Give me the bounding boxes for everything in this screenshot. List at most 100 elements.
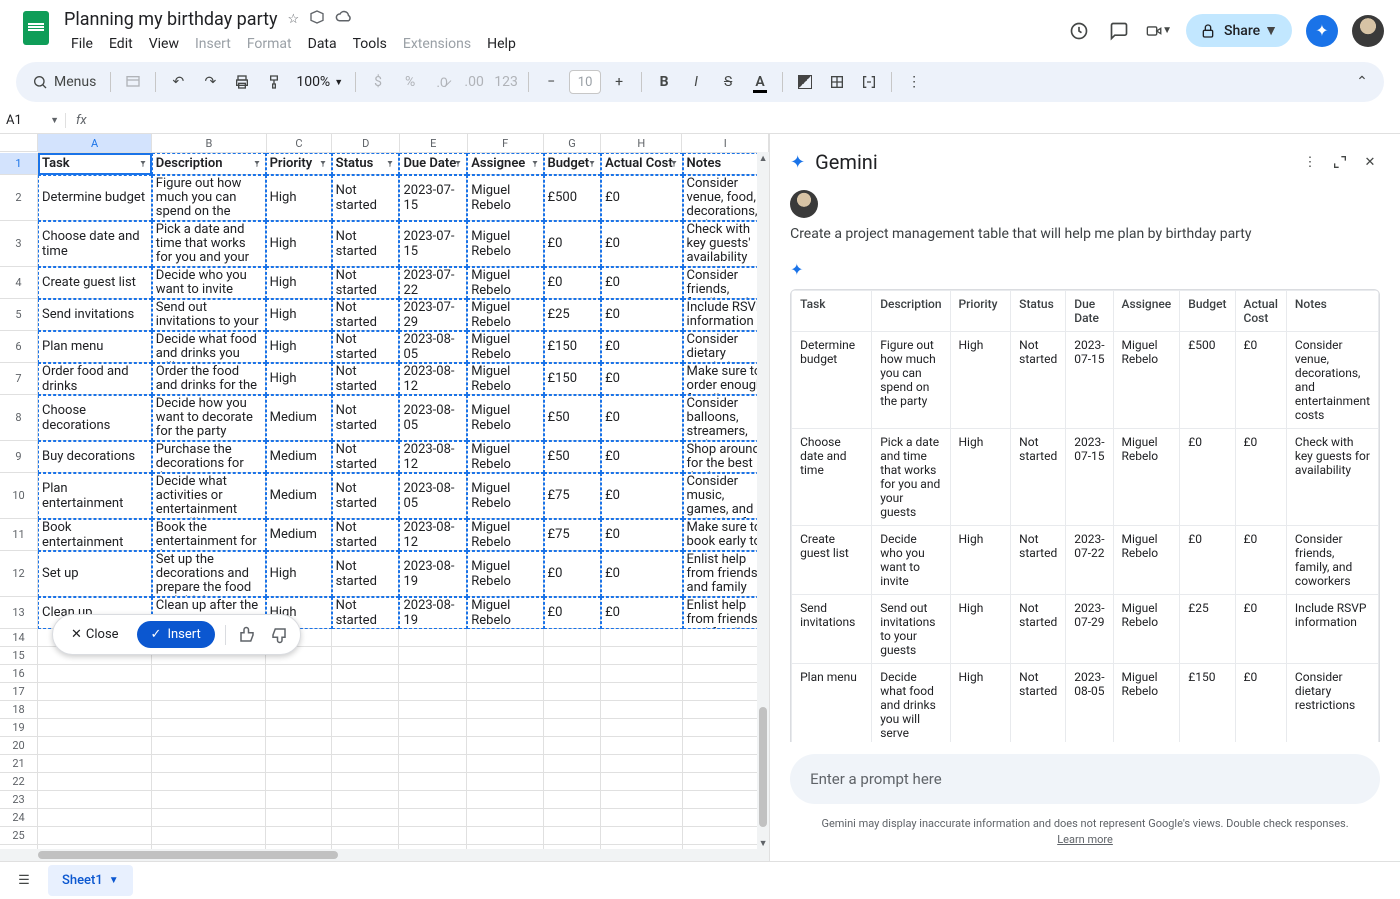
cell[interactable]: [544, 665, 602, 683]
cell[interactable]: [266, 701, 332, 719]
cell[interactable]: [601, 755, 682, 773]
star-icon[interactable]: ☆: [288, 12, 300, 27]
row-header[interactable]: 3: [0, 221, 38, 267]
more-options-icon[interactable]: ⋮: [1300, 152, 1320, 172]
meet-icon[interactable]: ▼: [1146, 18, 1172, 44]
filter-icon[interactable]: [529, 158, 541, 170]
cell[interactable]: £150: [544, 363, 602, 395]
cell[interactable]: 2023-08-19: [399, 597, 467, 629]
column-header-B[interactable]: B: [152, 134, 266, 152]
menus-search[interactable]: Menus: [26, 70, 102, 94]
cell[interactable]: Consider venue, food, decorations, and e…: [683, 175, 770, 221]
cell[interactable]: £75: [544, 473, 602, 519]
move-icon[interactable]: [309, 9, 325, 29]
cell[interactable]: [38, 827, 152, 845]
cell[interactable]: [683, 701, 770, 719]
cell[interactable]: [601, 719, 682, 737]
cell[interactable]: Not started: [332, 299, 400, 331]
cell[interactable]: 2023-08-05: [399, 331, 467, 363]
learn-more-link[interactable]: Learn more: [1057, 833, 1113, 846]
cell[interactable]: £50: [544, 441, 602, 473]
cell[interactable]: Plan entertainment: [38, 473, 152, 519]
cell[interactable]: [399, 845, 467, 849]
cell[interactable]: [683, 827, 770, 845]
cell[interactable]: [683, 719, 770, 737]
cell[interactable]: Miguel Rebelo: [467, 441, 543, 473]
cell[interactable]: Miguel Rebelo: [467, 519, 543, 551]
cell[interactable]: 2023-08-05: [399, 473, 467, 519]
cell[interactable]: Decide what food and drinks you will ser…: [152, 331, 266, 363]
row-header[interactable]: 6: [0, 331, 38, 363]
cell[interactable]: [683, 755, 770, 773]
filter-icon[interactable]: [452, 158, 464, 170]
cell[interactable]: [544, 827, 602, 845]
zoom-select[interactable]: 100% ▼: [292, 74, 347, 90]
sheets-logo[interactable]: [16, 8, 56, 48]
cell-header[interactable]: Status: [332, 153, 400, 175]
cell[interactable]: Miguel Rebelo: [467, 221, 543, 267]
cell-header[interactable]: Task: [38, 153, 152, 175]
cell[interactable]: Decide how you want to decorate for the …: [152, 395, 266, 441]
cell[interactable]: [601, 827, 682, 845]
cell[interactable]: Not started: [332, 551, 400, 597]
gemini-button[interactable]: ✦: [1306, 15, 1338, 47]
cell[interactable]: 2023-07-15: [399, 221, 467, 267]
scroll-up-icon[interactable]: ▲: [757, 152, 769, 164]
row-header[interactable]: 5: [0, 299, 38, 331]
cell[interactable]: [266, 791, 332, 809]
share-button[interactable]: Share ▼: [1186, 14, 1292, 47]
cell[interactable]: [683, 773, 770, 791]
cell[interactable]: [683, 629, 770, 647]
cell[interactable]: [399, 791, 467, 809]
cell[interactable]: [544, 737, 602, 755]
all-sheets-icon[interactable]: ☰: [8, 865, 40, 897]
cell[interactable]: [467, 629, 543, 647]
font-size-input[interactable]: 10: [569, 70, 601, 94]
cell[interactable]: [332, 701, 400, 719]
expand-icon[interactable]: [1330, 152, 1350, 172]
cell[interactable]: 2023-07-22: [399, 267, 467, 299]
cell[interactable]: Miguel Rebelo: [467, 473, 543, 519]
cell[interactable]: Medium: [266, 473, 332, 519]
text-color-icon[interactable]: A: [746, 68, 774, 96]
cell[interactable]: 2023-08-12: [399, 363, 467, 395]
cell[interactable]: Order the food and drinks for the party: [152, 363, 266, 395]
thumbs-down-icon[interactable]: [268, 624, 290, 646]
filter-icon[interactable]: [668, 158, 680, 170]
cell[interactable]: [38, 665, 152, 683]
menu-file[interactable]: File: [64, 32, 100, 56]
cell[interactable]: £500: [544, 175, 602, 221]
borders-icon[interactable]: [823, 68, 851, 96]
cell[interactable]: [683, 845, 770, 849]
cell[interactable]: Not started: [332, 395, 400, 441]
column-header-E[interactable]: E: [400, 134, 468, 152]
thumbs-up-icon[interactable]: [236, 624, 258, 646]
cell[interactable]: £0: [601, 519, 682, 551]
filter-icon[interactable]: [137, 158, 149, 170]
cell[interactable]: [332, 629, 400, 647]
filter-icon[interactable]: [384, 158, 396, 170]
cell[interactable]: Decide what activities or entertainment …: [152, 473, 266, 519]
cloud-status-icon[interactable]: [335, 8, 353, 30]
cell[interactable]: [601, 791, 682, 809]
row-header[interactable]: 25: [0, 827, 38, 845]
cell[interactable]: Miguel Rebelo: [467, 331, 543, 363]
vertical-scrollbar[interactable]: ▲ ▼: [757, 152, 769, 849]
cell[interactable]: High: [266, 267, 332, 299]
cell[interactable]: Make sure to order enough for all your g…: [683, 363, 770, 395]
bold-icon[interactable]: B: [650, 68, 678, 96]
column-header-F[interactable]: F: [468, 134, 544, 152]
row-header[interactable]: 2: [0, 175, 38, 221]
cell[interactable]: [601, 809, 682, 827]
cell[interactable]: Set up: [38, 551, 152, 597]
cell[interactable]: [467, 647, 543, 665]
cell[interactable]: [266, 737, 332, 755]
font-plus-icon[interactable]: +: [605, 68, 633, 96]
cell[interactable]: [332, 809, 400, 827]
cell[interactable]: High: [266, 331, 332, 363]
print-icon[interactable]: [228, 68, 256, 96]
cell[interactable]: [332, 827, 400, 845]
scroll-down-icon[interactable]: ▼: [757, 837, 769, 849]
row-header[interactable]: 11: [0, 519, 38, 551]
cell[interactable]: [467, 773, 543, 791]
